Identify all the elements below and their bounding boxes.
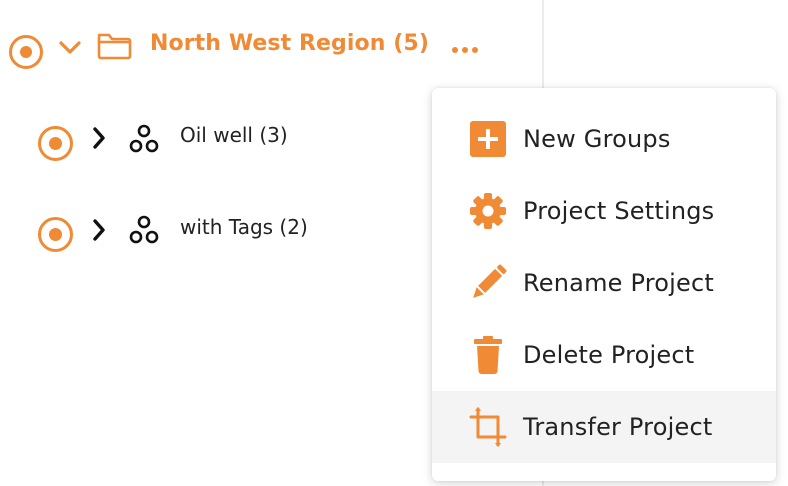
menu-item-transfer-project[interactable]: Transfer Project xyxy=(432,391,776,463)
menu-item-label: Rename Project xyxy=(523,269,714,297)
chevron-right-icon[interactable] xyxy=(90,126,108,150)
more-dot xyxy=(452,47,458,53)
more-dot xyxy=(472,47,478,53)
folder-icon xyxy=(97,33,132,60)
more-options-button[interactable] xyxy=(452,44,482,56)
menu-item-label: Project Settings xyxy=(523,197,715,225)
group-label[interactable]: Oil well (3) xyxy=(180,125,288,145)
transfer-icon xyxy=(468,407,508,447)
menu-item-label: Transfer Project xyxy=(523,413,713,441)
plus-square-icon xyxy=(468,119,508,159)
trash-icon xyxy=(468,335,508,375)
menu-item-new-groups[interactable]: New Groups xyxy=(432,103,776,175)
more-dot xyxy=(462,47,468,53)
region-label[interactable]: North West Region (5) xyxy=(150,33,429,55)
context-menu: New Groups Project Settings Rename Proje… xyxy=(432,88,776,481)
menu-item-label: Delete Project xyxy=(523,341,695,369)
chevron-right-icon[interactable] xyxy=(90,218,108,242)
gear-icon xyxy=(468,191,508,231)
menu-item-label: New Groups xyxy=(523,125,671,153)
group-nodes-icon xyxy=(129,124,159,153)
group-nodes-icon xyxy=(129,215,159,244)
group-radio[interactable] xyxy=(38,217,73,252)
group-label[interactable]: with Tags (2) xyxy=(180,217,308,237)
menu-item-project-settings[interactable]: Project Settings xyxy=(432,175,776,247)
chevron-down-icon[interactable] xyxy=(58,38,82,58)
region-radio[interactable] xyxy=(9,35,43,69)
project-tree-panel: North West Region (5) Oil well (3) with … xyxy=(0,0,788,486)
pencil-icon xyxy=(468,263,508,303)
menu-item-rename-project[interactable]: Rename Project xyxy=(432,247,776,319)
menu-item-delete-project[interactable]: Delete Project xyxy=(432,319,776,391)
group-radio[interactable] xyxy=(38,126,73,161)
